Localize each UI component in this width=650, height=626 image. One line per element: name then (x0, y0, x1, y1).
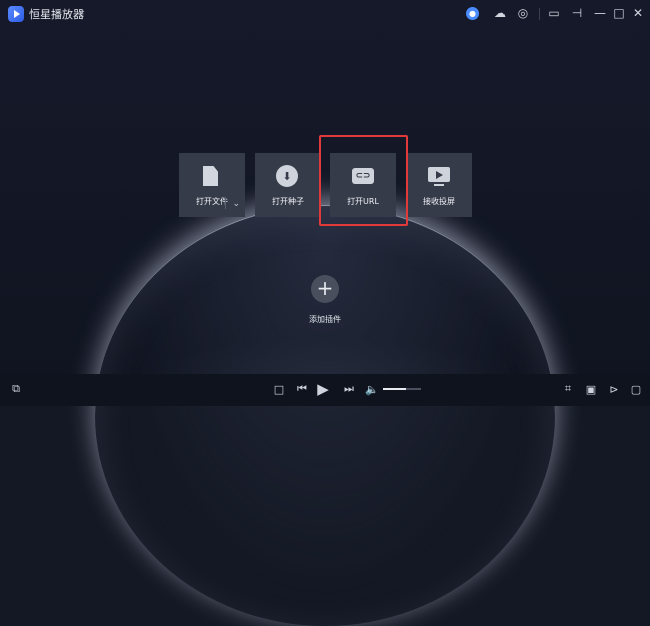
app-title[interactable]: 恒星播放器 (29, 6, 84, 22)
toolbox-icon[interactable]: ▣ (584, 382, 598, 396)
app-logo-icon (8, 6, 24, 22)
minimize-icon[interactable]: — (592, 5, 608, 21)
play-icon[interactable]: ▶ (316, 380, 330, 398)
title-bar: 恒星播放器 ⌄ ● ☁ ◎ ▭ ⊣ — □ ✕ (0, 0, 650, 28)
add-plugin-button[interactable]: + (311, 275, 339, 303)
open-file-label: 打开文件 (196, 197, 228, 206)
background-glow-arc (95, 205, 555, 626)
chevron-down-icon[interactable]: ⌄ (232, 199, 240, 209)
volume-icon[interactable]: 🔈 (365, 382, 379, 396)
wechat-icon[interactable]: ◎ (515, 5, 531, 21)
screenshot-icon[interactable]: ⌗ (561, 382, 575, 396)
open-file-button[interactable]: 打开文件 ⌄ (179, 153, 245, 217)
titlebar-divider (539, 8, 540, 20)
file-icon (203, 166, 218, 186)
feedback-icon[interactable]: ▭ (546, 5, 562, 21)
maximize-icon[interactable]: □ (611, 5, 627, 21)
next-icon[interactable]: ⏭ (342, 382, 356, 396)
selection-highlight (319, 135, 408, 226)
open-torrent-button[interactable]: ⬇ 打开种子 (255, 153, 321, 217)
receive-screencast-button[interactable]: 接收投屏 (406, 153, 472, 217)
subtitle-icon[interactable]: ⊳ (607, 382, 621, 396)
open-torrent-label: 打开种子 (272, 197, 304, 206)
close-icon[interactable]: ✕ (630, 5, 646, 21)
previous-icon[interactable]: ⏮ (295, 382, 309, 396)
pin-icon[interactable]: ⊣ (569, 5, 585, 21)
playlist-toggle-icon[interactable]: ⧉ (9, 382, 23, 396)
fullscreen-icon[interactable]: ▢ (629, 382, 643, 396)
download-icon: ⬇ (276, 165, 298, 187)
notification-icon[interactable]: ● (466, 7, 479, 20)
receive-screencast-label: 接收投屏 (423, 197, 455, 206)
dropdown-divider (225, 197, 226, 209)
screen-cast-icon (428, 167, 450, 186)
add-plugin-label: 添加插件 (309, 315, 341, 324)
cloud-upload-icon[interactable]: ☁ (492, 5, 508, 21)
volume-level (383, 388, 406, 390)
stop-icon[interactable]: □ (272, 382, 286, 396)
app-menu-chevron-icon[interactable]: ⌄ (78, 5, 86, 16)
